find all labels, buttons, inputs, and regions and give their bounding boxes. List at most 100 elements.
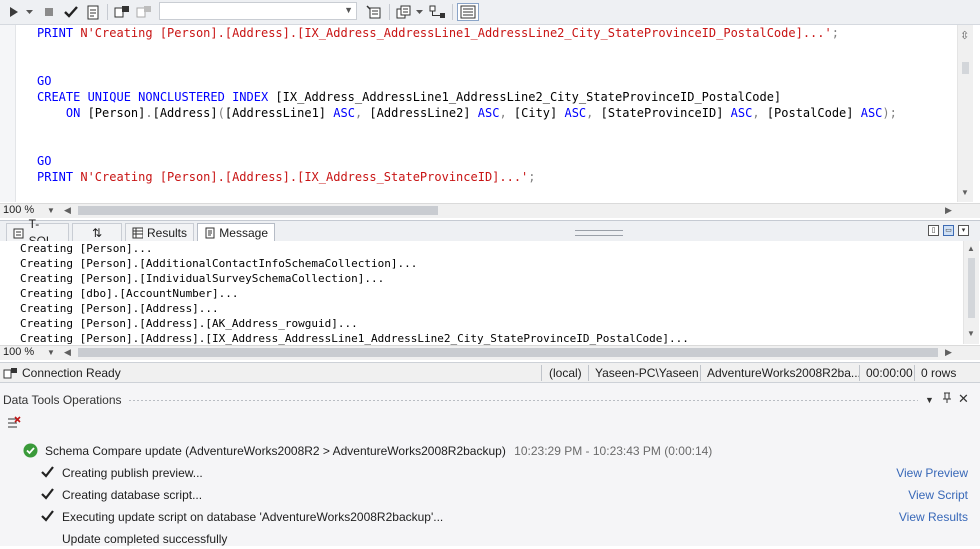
operation-title-row[interactable]: Schema Compare update (AdventureWorks200… (45, 441, 712, 461)
properties-icon[interactable] (365, 3, 383, 21)
messages-vertical-scrollbar[interactable]: ▲ ▼ (963, 241, 979, 344)
code-token: , (586, 106, 601, 120)
tab-label: Message (219, 225, 268, 240)
chevron-down-icon: ▼ (344, 5, 353, 15)
scroll-thumb[interactable] (968, 258, 975, 318)
panel-grip[interactable] (128, 399, 918, 402)
results-tab-strip: T-SQL ⇅ Results Message ▯ ▭ ▾ (0, 217, 980, 248)
code-token: ); (882, 106, 897, 120)
checkmark-icon (41, 488, 54, 503)
elapsed-time: 00:00:00 (866, 366, 913, 380)
code-token: N'Creating [Person].[Address].[IX_Addres… (80, 170, 529, 184)
editor-vertical-scrollbar[interactable]: ⇳ ▼ (957, 25, 973, 202)
editor-margin (0, 25, 16, 202)
message-line: Creating [Person].[Address].[IX_Address_… (20, 332, 689, 345)
code-token: GO (37, 74, 52, 88)
panel-header: Data Tools Operations ▼ ✕ (0, 390, 980, 410)
code-line[interactable]: GO (37, 153, 957, 169)
code-token: ; (528, 170, 536, 184)
code-line[interactable]: ON [Person].[Address]([AddressLine1] ASC… (37, 105, 957, 121)
code-token: ON (37, 106, 88, 120)
code-token: ASC (477, 106, 500, 120)
code-token: ASC (333, 106, 355, 120)
success-status-icon (23, 443, 38, 461)
pane-splitter-grip[interactable] (575, 230, 623, 236)
stop-icon[interactable] (42, 3, 56, 21)
database-combo[interactable]: ▼ (159, 2, 357, 20)
toolbar-separator (452, 4, 453, 20)
grid-icon (132, 227, 143, 239)
scroll-down-icon[interactable]: ▼ (967, 329, 975, 338)
chevron-down-icon[interactable]: ▼ (47, 206, 55, 215)
code-token: [StateProvinceID] (600, 106, 731, 120)
code-token: [City] (513, 106, 565, 120)
schema-icon[interactable] (428, 3, 448, 21)
pin-icon[interactable] (942, 392, 952, 407)
document-icon[interactable] (84, 3, 102, 21)
message-line: Creating [dbo].[AccountNumber]... (20, 287, 239, 300)
scroll-left-icon[interactable]: ◀ (64, 347, 71, 358)
message-line: Creating [Person].[Address]... (20, 302, 219, 315)
code-line[interactable]: CREATE UNIQUE NONCLUSTERED INDEX [IX_Add… (37, 89, 957, 105)
horizontal-scroll-thumb[interactable] (78, 206, 438, 215)
database-name: AdventureWorks2008R2ba... (707, 366, 861, 380)
new-query-icon[interactable] (395, 3, 413, 21)
dropdown-arrow-icon[interactable] (415, 3, 425, 21)
tab-label: Results (146, 225, 187, 240)
code-line[interactable] (37, 41, 957, 57)
step-link[interactable]: View Preview (896, 466, 968, 480)
user-name: Yaseen-PC\Yaseen (595, 366, 699, 380)
message-line: Creating [Person]... (20, 242, 153, 255)
split-view-icon[interactable]: ⇳ (960, 29, 969, 42)
horizontal-scroll-thumb[interactable] (78, 348, 938, 357)
clear-list-icon (8, 416, 21, 428)
editor-zoom-level[interactable]: 100 % (3, 204, 34, 216)
code-token: , (354, 106, 370, 120)
code-line[interactable]: PRINT N'Creating [Person].[Address].[IX_… (37, 169, 957, 185)
code-line[interactable] (37, 121, 957, 137)
tab-results[interactable]: Results (125, 223, 194, 242)
tab-tsql[interactable]: T-SQL (6, 217, 69, 248)
scroll-right-icon[interactable]: ▶ (945, 347, 952, 358)
play-icon[interactable] (6, 3, 22, 21)
horizontal-split-icon[interactable]: ▭ (943, 225, 954, 236)
scroll-right-icon[interactable]: ▶ (945, 205, 952, 216)
toggle-pane-icon[interactable]: ▾ (958, 225, 969, 236)
code-token: [PostalCode] (766, 106, 861, 120)
scroll-down-icon[interactable]: ▼ (961, 188, 969, 197)
code-token: ASC (860, 106, 883, 120)
chevron-down-icon[interactable]: ▼ (47, 348, 55, 357)
operation-step: Update completed successfully (62, 532, 228, 546)
code-token: [IX_Address_AddressLine1_AddressLine2_Ci… (275, 90, 782, 104)
messages-zoom-level[interactable]: 100 % (3, 346, 34, 358)
scroll-left-icon[interactable]: ◀ (64, 205, 71, 216)
code-token: ASC (564, 106, 587, 120)
connect-icon[interactable] (113, 3, 131, 21)
step-link[interactable]: View Results (899, 510, 968, 524)
code-line[interactable]: GO (37, 73, 957, 89)
clear-operations-button[interactable] (6, 416, 22, 433)
step-link[interactable]: View Script (908, 488, 968, 502)
sql-code[interactable]: PRINT N'Creating [Person].[Address].[IX_… (37, 25, 957, 185)
results-pane-icon[interactable] (457, 3, 479, 21)
tab-message[interactable]: Message (197, 223, 275, 242)
code-token: [AddressLine1] (224, 106, 334, 120)
code-line[interactable] (37, 137, 957, 153)
operation-step: Creating publish preview... (62, 466, 203, 480)
vertical-split-icon[interactable]: ▯ (928, 225, 939, 236)
code-line[interactable]: PRINT N'Creating [Person].[Address].[IX_… (37, 25, 957, 41)
dropdown-arrow-icon[interactable] (25, 3, 35, 21)
checkmark-icon[interactable] (62, 3, 80, 21)
scroll-thumb[interactable] (962, 62, 969, 74)
messages-zoom-bar: 100 % ▼ ◀ ▶ (0, 345, 980, 360)
code-line[interactable] (37, 57, 957, 73)
status-separator (588, 365, 589, 381)
tab-sort[interactable]: ⇅ (72, 223, 122, 242)
code-token: ; (831, 26, 839, 40)
scroll-up-icon[interactable]: ▲ (967, 244, 975, 253)
code-token: CREATE UNIQUE NONCLUSTERED INDEX (37, 90, 276, 104)
message-line: Creating [Person].[Address].[AK_Address_… (20, 317, 358, 330)
chevron-down-icon[interactable]: ▼ (925, 395, 934, 405)
close-icon[interactable]: ✕ (958, 391, 969, 407)
disconnect-icon[interactable] (135, 3, 153, 21)
